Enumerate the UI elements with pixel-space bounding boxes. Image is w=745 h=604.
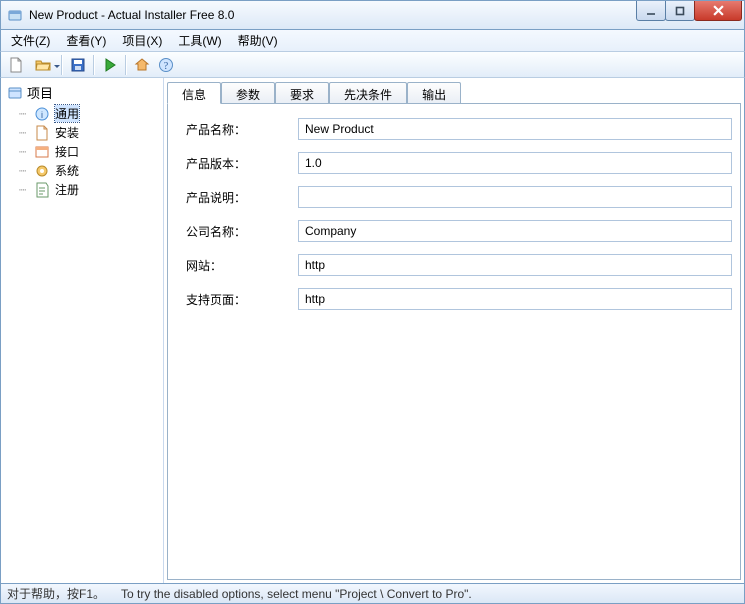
toolbar-separator [125,55,127,75]
tree-item-label: 系统 [55,162,79,179]
client-area: 项目 ┈ i 通用 ┈ 安装 ┈ 接口 ┈ 系统 ┈ 注册 [0,78,745,583]
tree-connector-icon: ┈ [19,145,29,159]
tree-item-system[interactable]: ┈ 系统 [5,161,163,180]
tree-item-label: 注册 [55,181,79,198]
product-version-input[interactable] [298,152,732,174]
help-icon: ? [158,57,174,73]
product-name-input[interactable] [298,118,732,140]
tab-requirements[interactable]: 要求 [275,82,329,104]
toolbar: ? [0,52,745,78]
tree-connector-icon: ┈ [19,183,29,197]
save-button[interactable] [67,54,89,76]
home-button[interactable] [131,54,153,76]
home-icon [134,57,150,73]
file-icon [34,125,50,141]
status-bar: 对于帮助，按F1。 To try the disabled options, s… [0,583,745,604]
toolbar-separator [93,55,95,75]
company-label: 公司名称： [186,223,298,240]
svg-text:?: ? [164,61,169,72]
menu-file[interactable]: 文件(Z) [3,30,58,51]
tree-item-label: 接口 [55,143,79,160]
tree-item-register[interactable]: ┈ 注册 [5,180,163,199]
menu-tools[interactable]: 工具(W) [170,30,229,51]
product-desc-input[interactable] [298,186,732,208]
info-icon: i [34,106,50,122]
new-file-button[interactable] [5,54,27,76]
support-label: 支持页面： [186,291,298,308]
menu-help[interactable]: 帮助(V) [230,30,286,51]
gear-icon [34,163,50,179]
status-help-text: 对于帮助，按F1。 [7,585,105,602]
tree-item-install[interactable]: ┈ 安装 [5,123,163,142]
sidebar: 项目 ┈ i 通用 ┈ 安装 ┈ 接口 ┈ 系统 ┈ 注册 [1,78,164,583]
new-file-icon [8,57,24,73]
status-note-text: To try the disabled options, select menu… [121,587,472,601]
website-label: 网站： [186,257,298,274]
note-icon [34,182,50,198]
website-input[interactable] [298,254,732,276]
sidebar-title: 项目 [5,81,163,104]
title-bar: New Product - Actual Installer Free 8.0 [0,0,745,30]
maximize-button[interactable] [665,1,695,21]
save-icon [70,57,86,73]
tree-connector-icon: ┈ [19,107,29,121]
tab-output[interactable]: 输出 [407,82,461,104]
window-title: New Product - Actual Installer Free 8.0 [29,8,234,22]
tree-item-label: 通用 [55,105,79,122]
svg-text:i: i [41,110,43,120]
company-input[interactable] [298,220,732,242]
open-folder-icon [35,57,51,73]
tab-strip: 信息 参数 要求 先决条件 输出 [167,81,744,103]
menu-project[interactable]: 项目(X) [114,30,170,51]
run-button[interactable] [99,54,121,76]
product-desc-label: 产品说明： [186,189,298,206]
dropdown-arrow-icon [54,65,60,68]
menu-bar: 文件(Z) 查看(Y) 项目(X) 工具(W) 帮助(V) [0,30,745,52]
tab-prereq[interactable]: 先决条件 [329,82,407,104]
project-icon [7,85,23,101]
tab-params[interactable]: 参数 [221,82,275,104]
tree-connector-icon: ┈ [19,126,29,140]
app-icon [7,7,23,23]
tree-item-general[interactable]: ┈ i 通用 [5,104,163,123]
toolbar-separator [61,55,63,75]
tree-item-interface[interactable]: ┈ 接口 [5,142,163,161]
close-button[interactable] [694,1,742,21]
support-input[interactable] [298,288,732,310]
menu-view[interactable]: 查看(Y) [58,30,114,51]
tab-info[interactable]: 信息 [167,82,221,104]
window-icon [34,144,50,160]
product-version-label: 产品版本： [186,155,298,172]
tree-connector-icon: ┈ [19,164,29,178]
tree-item-label: 安装 [55,124,79,141]
window-buttons [637,1,742,21]
main-panel: 信息 参数 要求 先决条件 输出 产品名称： 产品版本： 产品说明： 公司名称： [164,78,744,583]
sidebar-title-label: 项目 [27,83,53,102]
product-name-label: 产品名称： [186,121,298,138]
open-file-button[interactable] [29,54,57,76]
minimize-button[interactable] [636,1,666,21]
info-panel: 产品名称： 产品版本： 产品说明： 公司名称： 网站： 支持页面： [167,103,741,580]
help-button[interactable]: ? [155,54,177,76]
play-icon [102,57,118,73]
